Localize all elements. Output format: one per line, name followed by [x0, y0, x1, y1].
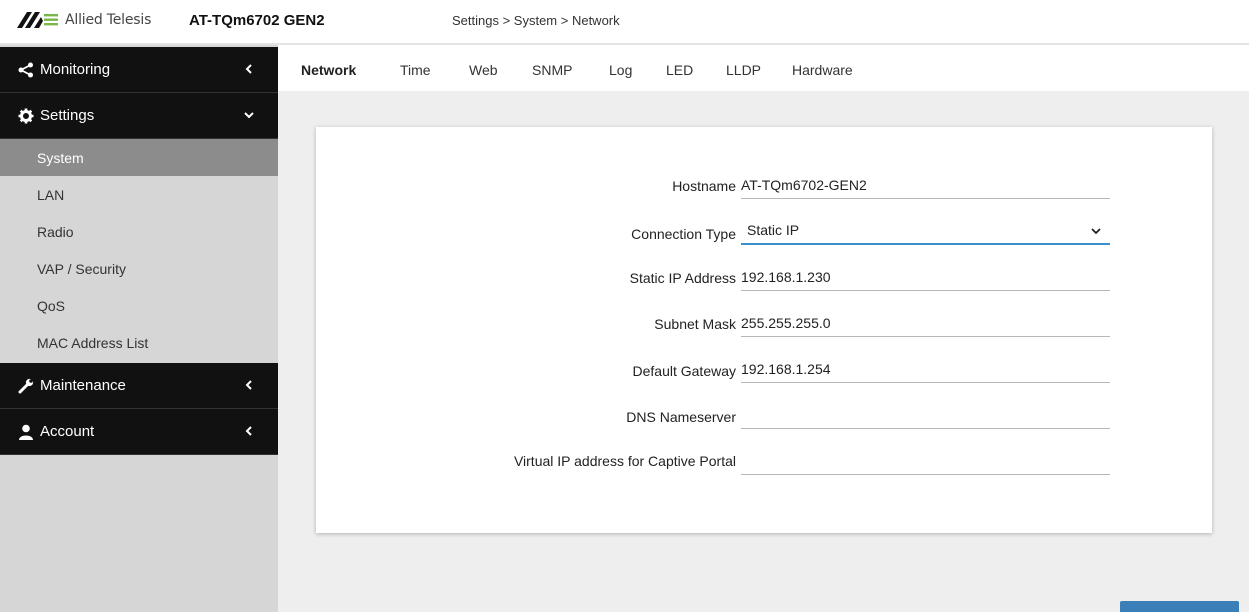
content-area: Hostname Connection Type Static IP Stati… [278, 91, 1249, 612]
save-apply-button[interactable]: Save & Apply [1120, 601, 1239, 612]
chevron-down-icon [244, 112, 254, 119]
sidebar-section-label: Account [40, 423, 95, 440]
tab-web[interactable]: Web [469, 49, 498, 91]
subnet-mask-label: Subnet Mask [654, 316, 736, 332]
allied-telesis-logo-icon [17, 12, 58, 28]
connection-type-value: Static IP [747, 222, 800, 238]
hostname-input[interactable] [741, 171, 1110, 199]
sidebar-section-monitoring[interactable]: Monitoring [0, 47, 278, 93]
sidebar-item-lan[interactable]: LAN [0, 176, 278, 213]
user-icon [18, 424, 34, 440]
sidebar-section-settings[interactable]: Settings [0, 93, 278, 139]
sidebar-section-label: Monitoring [40, 61, 111, 78]
dns-nameserver-label: DNS Nameserver [626, 409, 736, 425]
sidebar-section-maintenance[interactable]: Maintenance [0, 363, 278, 409]
static-ip-input[interactable] [741, 263, 1110, 291]
chevron-left-icon [245, 64, 252, 74]
sidebar-item-qos[interactable]: QoS [0, 287, 278, 324]
sidebar-section-account[interactable]: Account [0, 409, 278, 455]
chevron-down-icon [1091, 228, 1101, 235]
sidebar-item-system[interactable]: System [0, 139, 278, 176]
tab-log[interactable]: Log [609, 49, 632, 91]
sidebar-item-vap-security[interactable]: VAP / Security [0, 250, 278, 287]
tab-time[interactable]: Time [400, 49, 431, 91]
default-gateway-label: Default Gateway [632, 363, 737, 379]
connection-type-label: Connection Type [631, 226, 736, 242]
tab-snmp[interactable]: SNMP [532, 49, 572, 91]
tab-network[interactable]: Network [301, 49, 356, 91]
dns-nameserver-input[interactable] [741, 401, 1110, 429]
static-ip-label: Static IP Address [629, 270, 736, 286]
virtual-ip-input[interactable] [741, 447, 1110, 475]
sidebar-item-radio[interactable]: Radio [0, 213, 278, 250]
virtual-ip-label: Virtual IP address for Captive Portal [513, 453, 736, 469]
brand-logo: Allied Telesis [17, 11, 151, 29]
hostname-label: Hostname [672, 178, 736, 194]
chevron-left-icon [245, 426, 252, 436]
sidebar-item-mac-address-list[interactable]: MAC Address List [0, 324, 278, 361]
wrench-icon [18, 378, 34, 394]
chevron-left-icon [245, 380, 252, 390]
breadcrumb: Settings > System > Network [452, 13, 620, 28]
default-gateway-input[interactable] [741, 355, 1110, 383]
sidebar-section-label: Settings [40, 107, 95, 124]
tab-bar: Network Time Web SNMP Log LED LLDP Hardw… [278, 49, 1249, 91]
tab-hardware[interactable]: Hardware [792, 49, 853, 91]
brand-name: Allied Telesis [65, 12, 152, 28]
share-icon [18, 62, 34, 78]
connection-type-select[interactable]: Static IP [741, 217, 1110, 245]
tab-led[interactable]: LED [666, 49, 693, 91]
device-name: AT-TQm6702 GEN2 [189, 12, 325, 29]
subnet-mask-input[interactable] [741, 309, 1110, 337]
network-settings-panel: Hostname Connection Type Static IP Stati… [316, 127, 1212, 533]
sidebar-section-label: Maintenance [40, 377, 126, 394]
gear-icon [18, 108, 34, 124]
top-bar: Allied Telesis AT-TQm6702 GEN2 Settings … [0, 0, 1249, 44]
tab-lldp[interactable]: LLDP [726, 49, 761, 91]
sidebar: Monitoring Settings System LAN Radio VAP… [0, 45, 278, 612]
